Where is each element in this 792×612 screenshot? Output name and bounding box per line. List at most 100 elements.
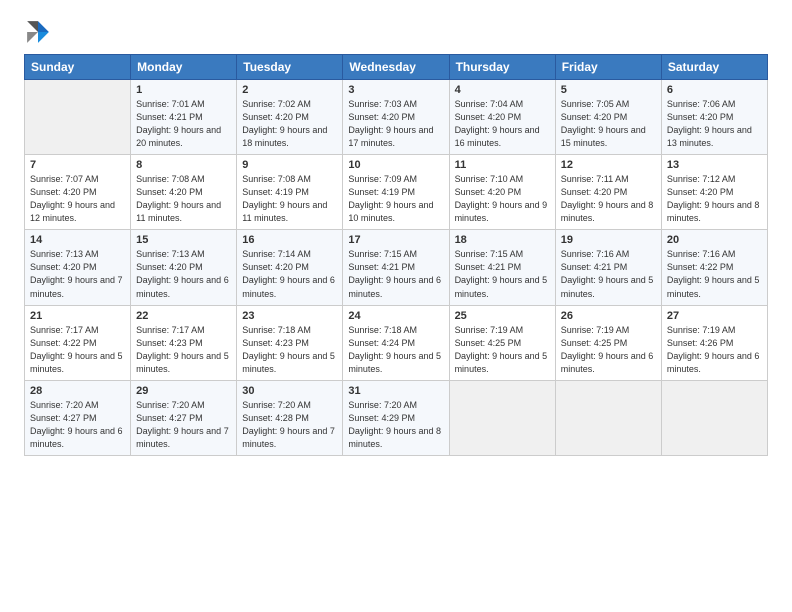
header-cell-wednesday: Wednesday	[343, 55, 449, 80]
calendar-cell: 6 Sunrise: 7:06 AMSunset: 4:20 PMDayligh…	[661, 80, 767, 155]
calendar-cell: 13 Sunrise: 7:12 AMSunset: 4:20 PMDaylig…	[661, 155, 767, 230]
week-row-2: 7 Sunrise: 7:07 AMSunset: 4:20 PMDayligh…	[25, 155, 768, 230]
cell-content: Sunrise: 7:13 AMSunset: 4:20 PMDaylight:…	[136, 248, 231, 300]
day-number: 22	[136, 310, 231, 322]
day-number: 8	[136, 159, 231, 171]
calendar-cell: 30 Sunrise: 7:20 AMSunset: 4:28 PMDaylig…	[237, 380, 343, 455]
calendar-table: SundayMondayTuesdayWednesdayThursdayFrid…	[24, 54, 768, 456]
calendar-cell: 20 Sunrise: 7:16 AMSunset: 4:22 PMDaylig…	[661, 230, 767, 305]
day-number: 1	[136, 84, 231, 96]
day-number: 4	[455, 84, 550, 96]
calendar-cell: 7 Sunrise: 7:07 AMSunset: 4:20 PMDayligh…	[25, 155, 131, 230]
cell-content: Sunrise: 7:20 AMSunset: 4:28 PMDaylight:…	[242, 399, 337, 451]
cell-content: Sunrise: 7:09 AMSunset: 4:19 PMDaylight:…	[348, 173, 443, 225]
week-row-5: 28 Sunrise: 7:20 AMSunset: 4:27 PMDaylig…	[25, 380, 768, 455]
calendar-cell: 1 Sunrise: 7:01 AMSunset: 4:21 PMDayligh…	[131, 80, 237, 155]
header-cell-sunday: Sunday	[25, 55, 131, 80]
calendar-cell: 17 Sunrise: 7:15 AMSunset: 4:21 PMDaylig…	[343, 230, 449, 305]
day-number: 19	[561, 234, 656, 246]
calendar-cell: 15 Sunrise: 7:13 AMSunset: 4:20 PMDaylig…	[131, 230, 237, 305]
calendar-cell: 12 Sunrise: 7:11 AMSunset: 4:20 PMDaylig…	[555, 155, 661, 230]
day-number: 29	[136, 385, 231, 397]
day-number: 11	[455, 159, 550, 171]
day-number: 27	[667, 310, 762, 322]
day-number: 14	[30, 234, 125, 246]
calendar-cell: 23 Sunrise: 7:18 AMSunset: 4:23 PMDaylig…	[237, 305, 343, 380]
calendar-cell	[555, 380, 661, 455]
header-cell-thursday: Thursday	[449, 55, 555, 80]
calendar-body: 1 Sunrise: 7:01 AMSunset: 4:21 PMDayligh…	[25, 80, 768, 456]
calendar-cell: 21 Sunrise: 7:17 AMSunset: 4:22 PMDaylig…	[25, 305, 131, 380]
day-number: 30	[242, 385, 337, 397]
week-row-4: 21 Sunrise: 7:17 AMSunset: 4:22 PMDaylig…	[25, 305, 768, 380]
day-number: 12	[561, 159, 656, 171]
cell-content: Sunrise: 7:08 AMSunset: 4:20 PMDaylight:…	[136, 173, 231, 225]
calendar-cell: 10 Sunrise: 7:09 AMSunset: 4:19 PMDaylig…	[343, 155, 449, 230]
calendar-cell: 27 Sunrise: 7:19 AMSunset: 4:26 PMDaylig…	[661, 305, 767, 380]
calendar-cell: 22 Sunrise: 7:17 AMSunset: 4:23 PMDaylig…	[131, 305, 237, 380]
day-number: 26	[561, 310, 656, 322]
header-cell-friday: Friday	[555, 55, 661, 80]
cell-content: Sunrise: 7:04 AMSunset: 4:20 PMDaylight:…	[455, 98, 550, 150]
day-number: 25	[455, 310, 550, 322]
calendar-cell: 11 Sunrise: 7:10 AMSunset: 4:20 PMDaylig…	[449, 155, 555, 230]
logo	[24, 18, 56, 46]
day-number: 15	[136, 234, 231, 246]
calendar-cell: 26 Sunrise: 7:19 AMSunset: 4:25 PMDaylig…	[555, 305, 661, 380]
calendar-cell: 2 Sunrise: 7:02 AMSunset: 4:20 PMDayligh…	[237, 80, 343, 155]
day-number: 7	[30, 159, 125, 171]
cell-content: Sunrise: 7:19 AMSunset: 4:25 PMDaylight:…	[561, 324, 656, 376]
calendar-cell: 5 Sunrise: 7:05 AMSunset: 4:20 PMDayligh…	[555, 80, 661, 155]
cell-content: Sunrise: 7:20 AMSunset: 4:29 PMDaylight:…	[348, 399, 443, 451]
cell-content: Sunrise: 7:11 AMSunset: 4:20 PMDaylight:…	[561, 173, 656, 225]
calendar-cell: 9 Sunrise: 7:08 AMSunset: 4:19 PMDayligh…	[237, 155, 343, 230]
cell-content: Sunrise: 7:19 AMSunset: 4:26 PMDaylight:…	[667, 324, 762, 376]
calendar-cell	[661, 380, 767, 455]
cell-content: Sunrise: 7:15 AMSunset: 4:21 PMDaylight:…	[348, 248, 443, 300]
calendar-cell: 31 Sunrise: 7:20 AMSunset: 4:29 PMDaylig…	[343, 380, 449, 455]
day-number: 24	[348, 310, 443, 322]
day-number: 16	[242, 234, 337, 246]
cell-content: Sunrise: 7:18 AMSunset: 4:24 PMDaylight:…	[348, 324, 443, 376]
header	[24, 18, 768, 46]
calendar-cell: 8 Sunrise: 7:08 AMSunset: 4:20 PMDayligh…	[131, 155, 237, 230]
cell-content: Sunrise: 7:19 AMSunset: 4:25 PMDaylight:…	[455, 324, 550, 376]
calendar-cell: 25 Sunrise: 7:19 AMSunset: 4:25 PMDaylig…	[449, 305, 555, 380]
cell-content: Sunrise: 7:13 AMSunset: 4:20 PMDaylight:…	[30, 248, 125, 300]
cell-content: Sunrise: 7:12 AMSunset: 4:20 PMDaylight:…	[667, 173, 762, 225]
cell-content: Sunrise: 7:18 AMSunset: 4:23 PMDaylight:…	[242, 324, 337, 376]
cell-content: Sunrise: 7:03 AMSunset: 4:20 PMDaylight:…	[348, 98, 443, 150]
logo-icon	[24, 18, 52, 46]
day-number: 21	[30, 310, 125, 322]
header-row: SundayMondayTuesdayWednesdayThursdayFrid…	[25, 55, 768, 80]
day-number: 31	[348, 385, 443, 397]
day-number: 28	[30, 385, 125, 397]
calendar-cell: 19 Sunrise: 7:16 AMSunset: 4:21 PMDaylig…	[555, 230, 661, 305]
day-number: 23	[242, 310, 337, 322]
day-number: 20	[667, 234, 762, 246]
day-number: 13	[667, 159, 762, 171]
cell-content: Sunrise: 7:08 AMSunset: 4:19 PMDaylight:…	[242, 173, 337, 225]
calendar-cell	[25, 80, 131, 155]
cell-content: Sunrise: 7:01 AMSunset: 4:21 PMDaylight:…	[136, 98, 231, 150]
cell-content: Sunrise: 7:06 AMSunset: 4:20 PMDaylight:…	[667, 98, 762, 150]
cell-content: Sunrise: 7:02 AMSunset: 4:20 PMDaylight:…	[242, 98, 337, 150]
calendar-cell: 29 Sunrise: 7:20 AMSunset: 4:27 PMDaylig…	[131, 380, 237, 455]
day-number: 18	[455, 234, 550, 246]
cell-content: Sunrise: 7:17 AMSunset: 4:23 PMDaylight:…	[136, 324, 231, 376]
day-number: 5	[561, 84, 656, 96]
day-number: 6	[667, 84, 762, 96]
cell-content: Sunrise: 7:20 AMSunset: 4:27 PMDaylight:…	[30, 399, 125, 451]
header-cell-monday: Monday	[131, 55, 237, 80]
calendar-cell: 28 Sunrise: 7:20 AMSunset: 4:27 PMDaylig…	[25, 380, 131, 455]
cell-content: Sunrise: 7:14 AMSunset: 4:20 PMDaylight:…	[242, 248, 337, 300]
day-number: 9	[242, 159, 337, 171]
page: SundayMondayTuesdayWednesdayThursdayFrid…	[0, 0, 792, 612]
calendar-cell: 3 Sunrise: 7:03 AMSunset: 4:20 PMDayligh…	[343, 80, 449, 155]
week-row-3: 14 Sunrise: 7:13 AMSunset: 4:20 PMDaylig…	[25, 230, 768, 305]
calendar-header: SundayMondayTuesdayWednesdayThursdayFrid…	[25, 55, 768, 80]
calendar-cell: 16 Sunrise: 7:14 AMSunset: 4:20 PMDaylig…	[237, 230, 343, 305]
calendar-cell: 4 Sunrise: 7:04 AMSunset: 4:20 PMDayligh…	[449, 80, 555, 155]
cell-content: Sunrise: 7:10 AMSunset: 4:20 PMDaylight:…	[455, 173, 550, 225]
week-row-1: 1 Sunrise: 7:01 AMSunset: 4:21 PMDayligh…	[25, 80, 768, 155]
